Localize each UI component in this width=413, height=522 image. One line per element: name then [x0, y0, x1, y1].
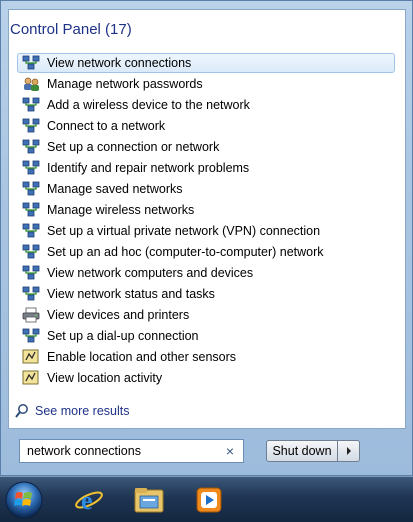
network-icon [22, 202, 40, 217]
network-icon [22, 223, 40, 238]
result-item-view-location-activity[interactable]: View location activity [17, 368, 395, 388]
result-label: View location activity [47, 371, 163, 385]
result-label: Set up a virtual private network (VPN) c… [47, 224, 321, 238]
taskbar-media-player[interactable] [182, 481, 236, 519]
result-label: Set up a connection or network [47, 140, 220, 154]
result-label: Enable location and other sensors [47, 350, 237, 364]
result-label: Connect to a network [47, 119, 166, 133]
start-menu: Control Panel (17) View network connecti… [0, 0, 413, 476]
taskbar: e [0, 476, 413, 522]
folder-icon [134, 488, 164, 513]
result-item-manage-network-passwords[interactable]: Manage network passwords [17, 74, 395, 94]
result-item-view-network-computers[interactable]: View network computers and devices [17, 263, 395, 283]
network-icon [22, 55, 40, 70]
see-more-label: See more results [35, 404, 130, 418]
media-player-icon [196, 487, 222, 513]
sensor-icon [22, 370, 39, 385]
clear-search-icon[interactable]: × [223, 442, 237, 460]
result-item-manage-wireless-networks[interactable]: Manage wireless networks [17, 200, 395, 220]
chevron-right-icon [346, 447, 351, 455]
results-group-header[interactable]: Control Panel (17) [10, 21, 132, 43]
search-icon [15, 404, 28, 418]
see-more-results-link[interactable]: See more results [15, 403, 129, 419]
windows-orb-icon[interactable] [4, 480, 44, 520]
search-box: × [19, 439, 244, 463]
internet-explorer-icon: e [75, 486, 103, 515]
taskbar-internet-explorer[interactable]: e [62, 481, 116, 519]
network-icon [22, 328, 40, 343]
result-label: View network computers and devices [47, 266, 254, 280]
result-item-view-network-connections[interactable]: View network connections [17, 53, 395, 73]
svg-text:e: e [81, 486, 93, 515]
result-item-set-up-dial-up[interactable]: Set up a dial-up connection [17, 326, 395, 346]
result-item-set-up-connection[interactable]: Set up a connection or network [17, 137, 395, 157]
shutdown-group: Shut down [266, 440, 360, 462]
network-icon [22, 139, 40, 154]
result-item-identify-repair[interactable]: Identify and repair network problems [17, 158, 395, 178]
result-item-set-up-vpn[interactable]: Set up a virtual private network (VPN) c… [17, 221, 395, 241]
results-list: View network connections Manage network … [17, 53, 395, 389]
sensor-icon [22, 349, 39, 364]
result-label: View network connections [47, 56, 192, 70]
result-label: Identify and repair network problems [47, 161, 250, 175]
result-item-add-wireless-device[interactable]: Add a wireless device to the network [17, 95, 395, 115]
result-item-view-network-status[interactable]: View network status and tasks [17, 284, 395, 304]
network-icon [22, 244, 40, 259]
network-icon [22, 286, 40, 301]
result-label: Manage wireless networks [47, 203, 195, 217]
network-icon [22, 265, 40, 280]
result-item-set-up-ad-hoc[interactable]: Set up an ad hoc (computer-to-computer) … [17, 242, 395, 262]
result-label: Add a wireless device to the network [47, 98, 250, 112]
result-label: View network status and tasks [47, 287, 215, 301]
shutdown-options-button[interactable] [338, 440, 360, 462]
result-label: Manage network passwords [47, 77, 203, 91]
credentials-icon [24, 77, 39, 91]
result-label: Manage saved networks [47, 182, 183, 196]
network-icon [22, 160, 40, 175]
result-label: View devices and printers [47, 308, 190, 322]
result-item-manage-saved-networks[interactable]: Manage saved networks [17, 179, 395, 199]
network-icon [22, 118, 40, 133]
result-item-view-devices-printers[interactable]: View devices and printers [17, 305, 395, 325]
taskbar-windows-explorer[interactable] [122, 481, 176, 519]
result-label: Set up an ad hoc (computer-to-computer) … [47, 245, 324, 259]
search-input[interactable] [20, 440, 220, 462]
network-icon [22, 181, 40, 196]
shut-down-button[interactable]: Shut down [266, 440, 338, 462]
result-item-connect-to-network[interactable]: Connect to a network [17, 116, 395, 136]
result-item-enable-location-sensors[interactable]: Enable location and other sensors [17, 347, 395, 367]
printer-icon [22, 307, 40, 323]
network-icon [22, 97, 40, 112]
result-label: Set up a dial-up connection [47, 329, 199, 343]
